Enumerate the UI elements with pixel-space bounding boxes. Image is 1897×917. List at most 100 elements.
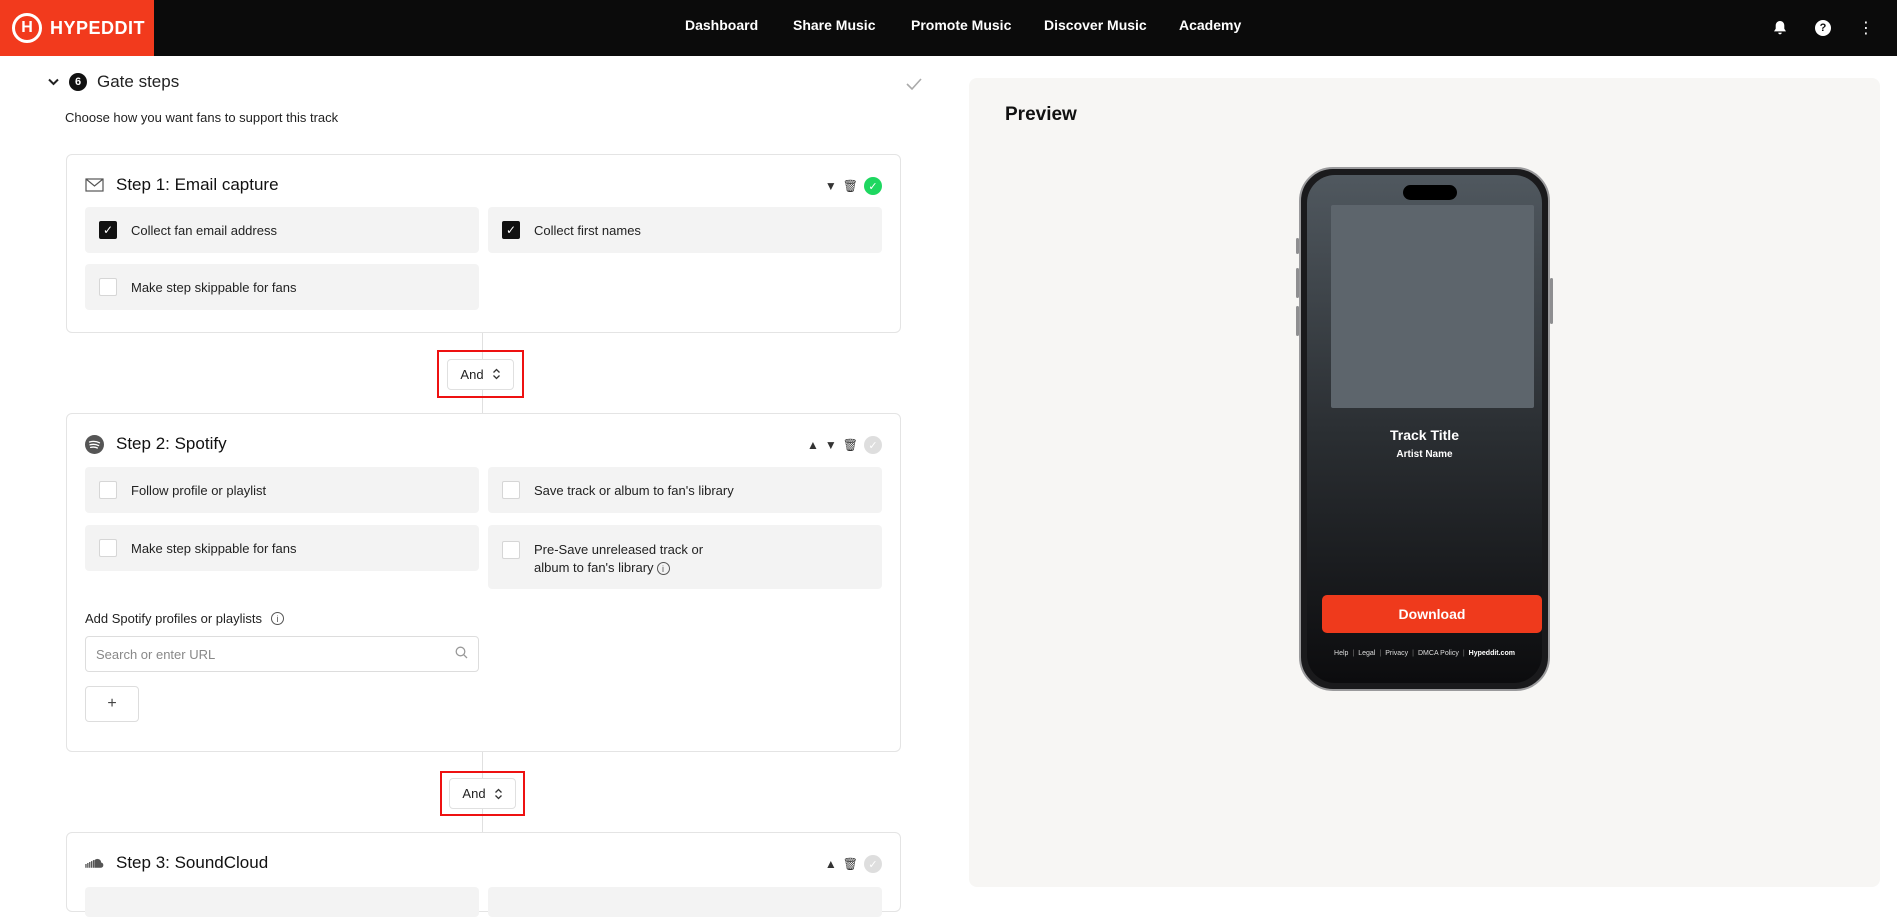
phone-side-button — [1550, 278, 1553, 324]
option-label: Collect first names — [534, 222, 641, 238]
footer-link-privacy[interactable]: Privacy — [1385, 650, 1408, 657]
step-card-email: Step 1: Email capture ▼ 🗑 ✓ ✓ Collect fa… — [66, 154, 901, 333]
footer-divider: | — [1462, 650, 1465, 657]
option-label: Make step skippable for fans — [131, 279, 297, 295]
trash-icon[interactable]: 🗑 — [843, 179, 858, 193]
option-label: Pre-Save unreleased track or album to fa… — [534, 541, 703, 577]
incomplete-check-icon: ✓ — [864, 436, 882, 454]
phone-screen: Track Title Artist Name Download Help | … — [1307, 175, 1542, 683]
section-number-badge: 6 — [69, 73, 87, 91]
download-button[interactable]: Download — [1322, 595, 1542, 633]
nav-discover-music[interactable]: Discover Music — [1044, 17, 1147, 33]
preview-panel: Preview Track Title Artist Name Download… — [969, 78, 1880, 887]
phone-mockup: Track Title Artist Name Download Help | … — [1299, 167, 1550, 691]
checkbox-unchecked[interactable] — [502, 481, 520, 499]
footer-link-hypeddit[interactable]: Hypeddit.com — [1469, 650, 1515, 657]
incomplete-check-icon: ✓ — [864, 855, 882, 873]
option-label-line1: Pre-Save unreleased track or — [534, 542, 704, 557]
checkbox-unchecked[interactable] — [99, 539, 117, 557]
option-label-line2: album to fan's library — [534, 560, 654, 575]
nav-academy[interactable]: Academy — [1179, 17, 1241, 33]
move-up-icon[interactable]: ▲ — [807, 438, 819, 452]
step-title: Step 1: Email capture — [116, 175, 279, 194]
and-label: And — [460, 366, 484, 382]
highlight-box: And — [437, 350, 524, 398]
section-check-icon — [905, 75, 923, 96]
trash-icon[interactable]: 🗑 — [843, 857, 858, 871]
more-vertical-icon[interactable]: ⋮ — [1855, 17, 1877, 39]
checkbox-checked[interactable]: ✓ — [99, 221, 117, 239]
and-or-select[interactable]: And — [447, 358, 514, 390]
option-row-partial — [488, 887, 882, 917]
nav-promote-music[interactable]: Promote Music — [911, 17, 1011, 33]
section-subtitle: Choose how you want fans to support this… — [65, 110, 339, 125]
mail-icon — [85, 176, 104, 195]
search-placeholder: Search or enter URL — [96, 646, 216, 662]
track-title: Track Title — [1389, 427, 1459, 443]
info-icon[interactable]: i — [656, 562, 670, 576]
option-collect-email[interactable]: ✓ Collect fan email address — [85, 207, 479, 253]
search-icon — [455, 646, 468, 662]
move-up-icon[interactable]: ▲ — [825, 857, 837, 871]
soundcloud-icon — [85, 854, 104, 873]
step-title-row: Step 1: Email capture — [85, 175, 279, 195]
step-title: Step 2: Spotify — [116, 434, 227, 453]
footer-link-help[interactable]: Help — [1334, 650, 1348, 657]
album-art-placeholder — [1331, 205, 1534, 408]
updown-chevron-icon — [492, 368, 501, 380]
move-down-icon[interactable]: ▼ — [825, 179, 837, 193]
artist-name: Artist Name — [1396, 449, 1453, 460]
and-or-select[interactable]: And — [449, 778, 516, 809]
bell-icon[interactable] — [1769, 17, 1791, 39]
trash-icon[interactable]: 🗑 — [843, 438, 858, 452]
option-label: Make step skippable for fans — [131, 540, 297, 556]
option-skippable[interactable]: Make step skippable for fans — [85, 525, 479, 571]
step-actions: ▲ ▼ 🗑 ✓ — [807, 436, 882, 454]
step-title-row: Step 2: Spotify — [85, 434, 227, 454]
info-icon[interactable]: i — [271, 612, 285, 625]
footer-divider: | — [1412, 650, 1414, 657]
checkbox-unchecked[interactable] — [502, 541, 520, 559]
phone-notch — [1403, 185, 1457, 200]
checkbox-unchecked[interactable] — [99, 481, 117, 499]
footer-divider: | — [1352, 650, 1355, 657]
option-row-partial — [85, 887, 479, 917]
section-title: Gate steps — [97, 72, 180, 91]
step-title-row: Step 3: SoundCloud — [85, 853, 268, 873]
spotify-icon — [85, 434, 104, 454]
gate-steps-header[interactable]: 6 Gate steps — [48, 72, 179, 92]
footer-link-legal[interactable]: Legal — [1358, 650, 1375, 657]
preview-footer-links: Help | Legal | Privacy | DMCA Policy | H… — [1307, 650, 1542, 657]
step-title: Step 3: SoundCloud — [116, 853, 269, 872]
nav-share-music[interactable]: Share Music — [793, 17, 875, 33]
add-profile-button[interactable]: + — [85, 686, 139, 722]
checkbox-checked[interactable]: ✓ — [502, 221, 520, 239]
top-navigation-bar: H HYPEDDIT Dashboard Share Music Promote… — [0, 0, 1897, 56]
step-card-spotify: Step 2: Spotify ▲ ▼ 🗑 ✓ Follow profile o… — [66, 413, 901, 752]
footer-divider: | — [1379, 650, 1382, 657]
option-label: Save track or album to fan's library — [534, 482, 734, 498]
complete-check-icon: ✓ — [864, 177, 882, 195]
option-label: Follow profile or playlist — [131, 482, 267, 498]
field-label-text: Add Spotify profiles or playlists — [85, 611, 263, 626]
updown-chevron-icon — [494, 788, 503, 800]
main-nav: Dashboard Share Music Promote Music Disc… — [0, 0, 1897, 56]
help-icon[interactable]: ? — [1815, 20, 1831, 36]
footer-link-dmca[interactable]: DMCA Policy — [1418, 650, 1459, 657]
nav-dashboard[interactable]: Dashboard — [685, 17, 758, 33]
option-follow-profile[interactable]: Follow profile or playlist — [85, 467, 479, 513]
highlight-box: And — [440, 771, 525, 816]
spotify-search-input[interactable]: Search or enter URL — [85, 636, 479, 672]
option-presave[interactable]: Pre-Save unreleased track or album to fa… — [488, 525, 882, 589]
chevron-down-icon[interactable] — [48, 75, 59, 89]
step-card-soundcloud: Step 3: SoundCloud ▲ 🗑 ✓ — [66, 832, 901, 917]
option-collect-first-names[interactable]: ✓ Collect first names — [488, 207, 882, 253]
preview-title: Preview — [1005, 104, 1077, 125]
option-label: Collect fan email address — [131, 222, 277, 238]
spotify-field-label: Add Spotify profiles or playlists i — [85, 611, 285, 626]
step-actions: ▲ 🗑 ✓ — [825, 855, 882, 873]
option-skippable[interactable]: Make step skippable for fans — [85, 264, 479, 310]
checkbox-unchecked[interactable] — [99, 278, 117, 296]
move-down-icon[interactable]: ▼ — [825, 438, 837, 452]
option-save-track[interactable]: Save track or album to fan's library — [488, 467, 882, 513]
